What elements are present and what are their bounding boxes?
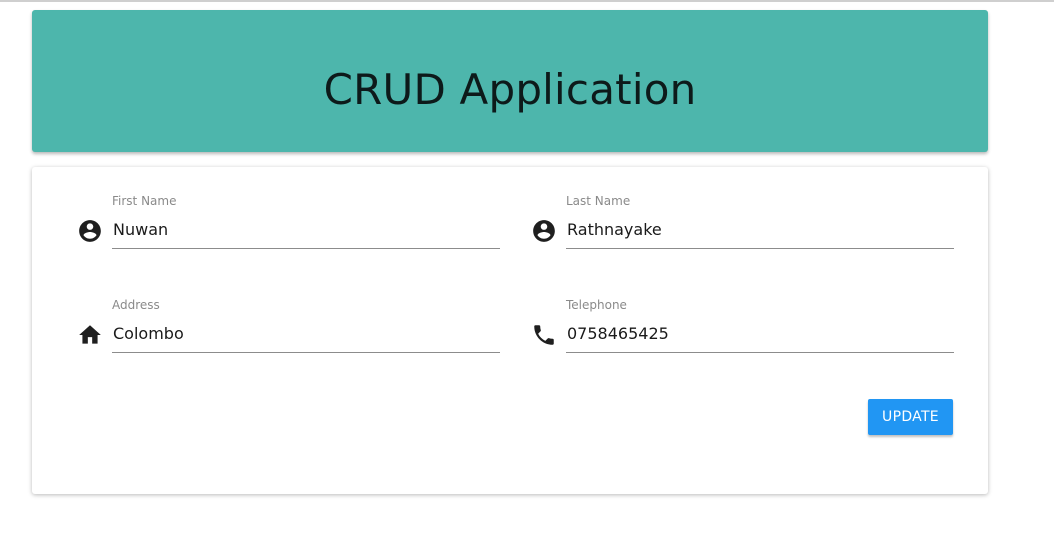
address-input[interactable] [112,318,500,353]
address-label: Address [112,298,160,312]
phone-icon [531,322,557,348]
app-header: CRUD Application [32,10,988,152]
browser-top-border [0,0,1054,2]
telephone-field: Telephone [531,298,954,358]
first-name-input[interactable] [112,214,500,249]
first-name-label: First Name [112,194,177,208]
page-title: CRUD Application [323,64,697,114]
last-name-input[interactable] [566,214,954,249]
last-name-field: Last Name [531,194,954,254]
update-button[interactable]: UPDATE [868,399,953,435]
home-icon [77,322,103,348]
form-card: First Name Last Name Address Telephone U… [32,167,988,494]
account-circle-icon [77,218,103,244]
telephone-input[interactable] [566,318,954,353]
last-name-label: Last Name [566,194,631,208]
first-name-field: First Name [77,194,500,254]
account-circle-icon [531,218,557,244]
telephone-label: Telephone [566,298,627,312]
address-field: Address [77,298,500,358]
